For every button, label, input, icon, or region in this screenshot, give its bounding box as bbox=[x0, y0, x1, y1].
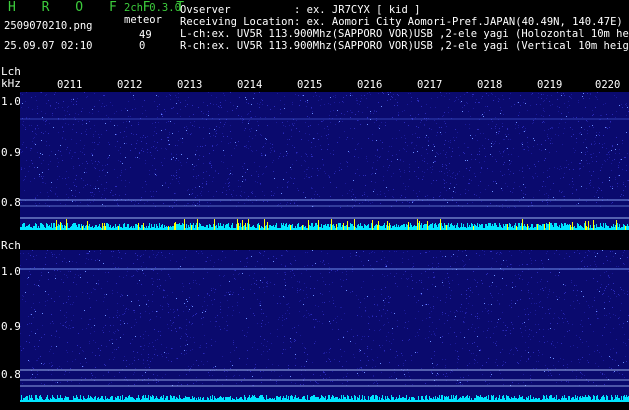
time-tick-0218: 0218 bbox=[477, 79, 503, 91]
time-tick-0213: 0213 bbox=[177, 79, 203, 91]
datetime: 25.09.07 02:10 bbox=[4, 40, 93, 52]
time-tick-0214: 0214 bbox=[237, 79, 263, 91]
time-tick-0219: 0219 bbox=[537, 79, 563, 91]
rch-info: R-ch:ex. UV5R 113.900Mhz(SAPPORO VOR)USB… bbox=[180, 40, 629, 52]
rch-spectrogram-canvas bbox=[20, 250, 629, 402]
filename: 2509070210.png bbox=[4, 20, 93, 32]
rch-ytick-3: 0.8 bbox=[1, 368, 21, 381]
rch-spectrogram bbox=[20, 250, 629, 402]
lch-background bbox=[20, 92, 629, 230]
lch-ytick-1: 1.0 bbox=[1, 95, 21, 108]
rch-label: Rch bbox=[1, 239, 21, 252]
time-tick-0215: 0215 bbox=[297, 79, 323, 91]
lch-spectrogram-canvas bbox=[20, 92, 629, 230]
rch-ytick-2: 0.9 bbox=[1, 320, 21, 333]
lch-ytick-2: 0.9 bbox=[1, 146, 21, 159]
lch-ytick-3: 0.8 bbox=[1, 196, 21, 209]
time-tick-0211: 0211 bbox=[57, 79, 83, 91]
lch-spectrogram bbox=[20, 92, 629, 230]
time-tick-0212: 0212 bbox=[117, 79, 143, 91]
time-tick-0217: 0217 bbox=[417, 79, 443, 91]
time-tick-0220: 0220 bbox=[595, 79, 621, 91]
rch-count: 0 bbox=[139, 40, 146, 52]
time-tick-0216: 0216 bbox=[357, 79, 383, 91]
lch-unit: kHz bbox=[1, 77, 21, 90]
meteor-label: meteor bbox=[124, 14, 162, 26]
rch-ytick-1: 1.0 bbox=[1, 265, 21, 278]
